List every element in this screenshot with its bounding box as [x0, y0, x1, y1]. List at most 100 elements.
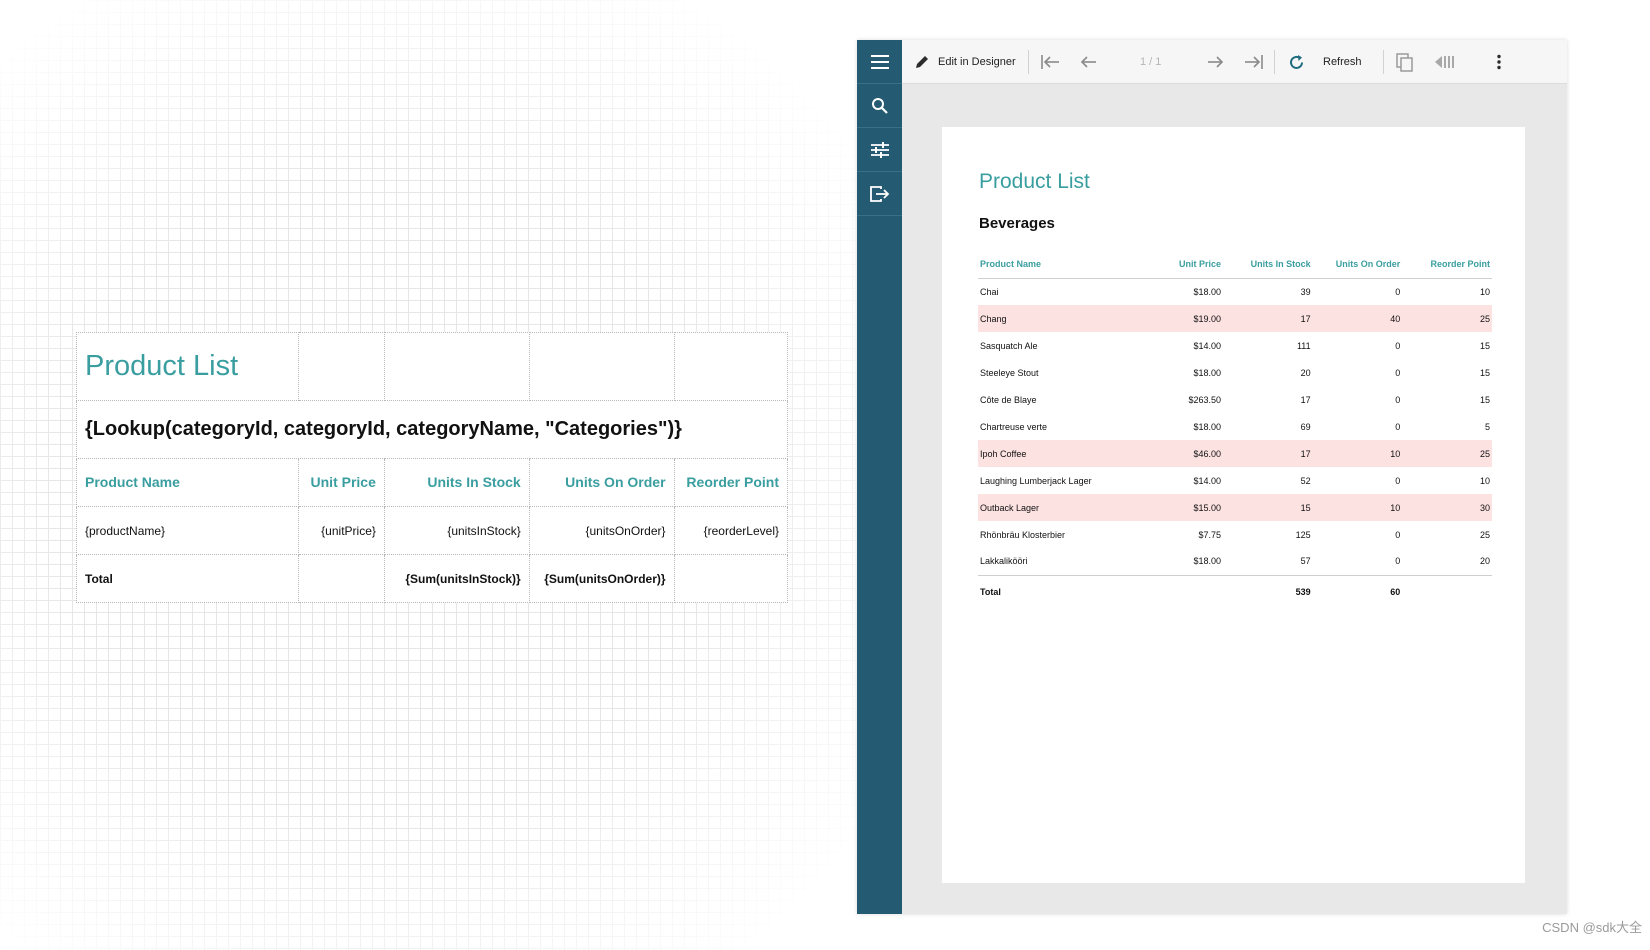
designer-detail-unit-price[interactable]: {unitPrice}: [297, 506, 385, 555]
cell-unit-price: $18.00: [1193, 286, 1221, 297]
designer-empty-cell[interactable]: [673, 332, 789, 401]
cell-units-in-stock: 125: [1295, 529, 1311, 540]
cell-reorder-point: 15: [1479, 394, 1490, 405]
cell-product-name: Sasquatch Ale: [980, 340, 1038, 351]
watermark: CSDN @sdk大全: [1542, 920, 1642, 935]
previous-page-icon: [1080, 56, 1096, 68]
cell-unit-price: $14.00: [1193, 340, 1221, 351]
cell-units-in-stock: 57: [1300, 556, 1311, 567]
report-category: Beverages: [979, 215, 1055, 232]
designer-header-unit-price[interactable]: Unit Price: [297, 458, 385, 507]
report-total-empty: [1402, 574, 1492, 608]
cell-units-on-order: 0: [1395, 475, 1401, 486]
cell-reorder-point: 5: [1484, 421, 1490, 432]
next-page-button[interactable]: [1206, 40, 1224, 84]
next-page-icon: [1208, 56, 1224, 68]
cell-units-in-stock: 111: [1296, 340, 1311, 351]
refresh-button[interactable]: Refresh: [1288, 40, 1362, 84]
search-button[interactable]: [857, 84, 902, 128]
table-row: Ipoh Coffee $46.00 17 10 25: [978, 440, 1492, 467]
cell-units-in-stock: 39: [1300, 286, 1311, 297]
designer-header-units-on-order[interactable]: Units On Order: [528, 458, 675, 507]
designer-header-reorder-point[interactable]: Reorder Point: [673, 458, 789, 507]
designer-header-units-in-stock[interactable]: Units In Stock: [383, 458, 530, 507]
cell-reorder-point: 30: [1402, 494, 1492, 521]
cell-product-name: Steeleye Stout: [980, 367, 1039, 378]
report-rows: Chai $18.00 39 0 10 Chang $19.00 17 40 25 Sasquatc…: [978, 278, 1492, 575]
designer-category-cell[interactable]: {Lookup(categoryId, categoryId, category…: [76, 400, 788, 459]
cell-product-name: Côte de Blaye: [980, 394, 1037, 405]
cell-product-name: Ipoh Coffee: [978, 440, 1156, 467]
cell-units-on-order: 10: [1312, 494, 1403, 521]
designer-report-table[interactable]: Product List {Lookup(categoryId, categor…: [76, 332, 789, 603]
sliders-icon: [870, 141, 889, 158]
viewer-sidebar: [857, 40, 902, 914]
toolbar-divider: [1274, 50, 1275, 74]
designer-detail-units-in-stock[interactable]: {unitsInStock}: [383, 506, 530, 555]
cell-product-name: Rhönbräu Klosterbier: [980, 529, 1066, 540]
table-row: Sasquatch Ale $14.00 111 0 15: [978, 332, 1492, 359]
report-total-stock: 539: [1223, 574, 1313, 608]
cell-unit-price: $263.50: [1188, 394, 1221, 405]
cell-unit-price: $7.75: [1198, 529, 1221, 540]
table-row: Chai $18.00 39 0 10: [978, 278, 1492, 305]
report-table: Product Name Unit Price Units In Stock U…: [978, 251, 1492, 608]
page-indicator[interactable]: 1 / 1: [1140, 40, 1161, 84]
toolbar-divider: [1028, 50, 1029, 74]
designer-header-product-name[interactable]: Product Name: [76, 458, 299, 507]
last-page-icon: [1245, 55, 1263, 69]
designer-empty-cell[interactable]: [383, 332, 530, 401]
cell-reorder-point: 25: [1402, 440, 1492, 467]
table-row: Rhönbräu Klosterbier $7.75 125 0 25: [978, 521, 1492, 548]
table-row: Côte de Blaye $263.50 17 0 15: [978, 386, 1492, 413]
report-page: Product List Beverages Product Name Unit…: [942, 127, 1525, 883]
report-header-row: Product Name Unit Price Units In Stock U…: [978, 251, 1492, 279]
table-row: Laughing Lumberjack Lager $14.00 52 0 10: [978, 467, 1492, 494]
cell-units-on-order: 0: [1395, 394, 1401, 405]
more-options-button[interactable]: [1496, 40, 1502, 84]
cell-units-on-order: 40: [1312, 305, 1403, 332]
designer-empty-cell[interactable]: [297, 332, 385, 401]
more-vertical-icon: [1497, 54, 1501, 70]
report-header-unit-price: Unit Price: [1155, 251, 1223, 279]
cell-units-in-stock: 52: [1300, 475, 1311, 486]
cell-units-on-order: 0: [1395, 421, 1401, 432]
viewer-toolbar: Edit in Designer 1 / 1 Refresh: [902, 40, 1567, 84]
designer-total-label-cell[interactable]: Total: [76, 554, 299, 603]
designer-detail-units-on-order[interactable]: {unitsOnOrder}: [528, 506, 675, 555]
galley-mode-icon: [1396, 52, 1413, 72]
designer-total-stock-cell[interactable]: {Sum(unitsInStock)}: [383, 554, 530, 603]
first-page-button[interactable]: [1040, 40, 1060, 84]
designer-total-order-cell[interactable]: {Sum(unitsOnOrder)}: [528, 554, 675, 603]
designer-title-cell[interactable]: Product List: [76, 332, 299, 401]
cell-units-on-order: 0: [1395, 529, 1401, 540]
designer-empty-cell[interactable]: [673, 554, 789, 603]
report-header-product-name: Product Name: [978, 251, 1156, 279]
designer-detail-reorder-level[interactable]: {reorderLevel}: [673, 506, 789, 555]
previous-page-button[interactable]: [1080, 40, 1098, 84]
cell-reorder-point: 20: [1479, 556, 1490, 567]
report-total-empty: [1155, 574, 1223, 608]
cell-units-in-stock: 20: [1300, 367, 1311, 378]
galley-mode-button[interactable]: [1396, 40, 1414, 84]
edit-in-designer-label: Edit in Designer: [938, 56, 1016, 68]
designer-empty-cell[interactable]: [297, 554, 385, 603]
report-header-units-on-order: Units On Order: [1312, 251, 1403, 279]
report-total-order: 60: [1312, 574, 1403, 608]
menu-icon: [870, 54, 889, 69]
parameters-button[interactable]: [857, 128, 902, 172]
designer-empty-cell[interactable]: [528, 332, 675, 401]
edit-in-designer-button[interactable]: Edit in Designer: [914, 40, 1016, 84]
cell-unit-price: $46.00: [1155, 440, 1223, 467]
last-page-button[interactable]: [1244, 40, 1264, 84]
designer-detail-product-name[interactable]: {productName}: [76, 506, 299, 555]
toggle-sidebar-button[interactable]: [1434, 40, 1454, 84]
export-button[interactable]: [857, 172, 902, 216]
export-icon: [869, 185, 889, 202]
cell-units-in-stock: 17: [1223, 305, 1313, 332]
cell-reorder-point: 25: [1479, 529, 1490, 540]
report-title: Product List: [979, 170, 1090, 193]
refresh-label: Refresh: [1323, 56, 1362, 68]
menu-button[interactable]: [857, 40, 902, 84]
search-icon: [871, 97, 888, 114]
